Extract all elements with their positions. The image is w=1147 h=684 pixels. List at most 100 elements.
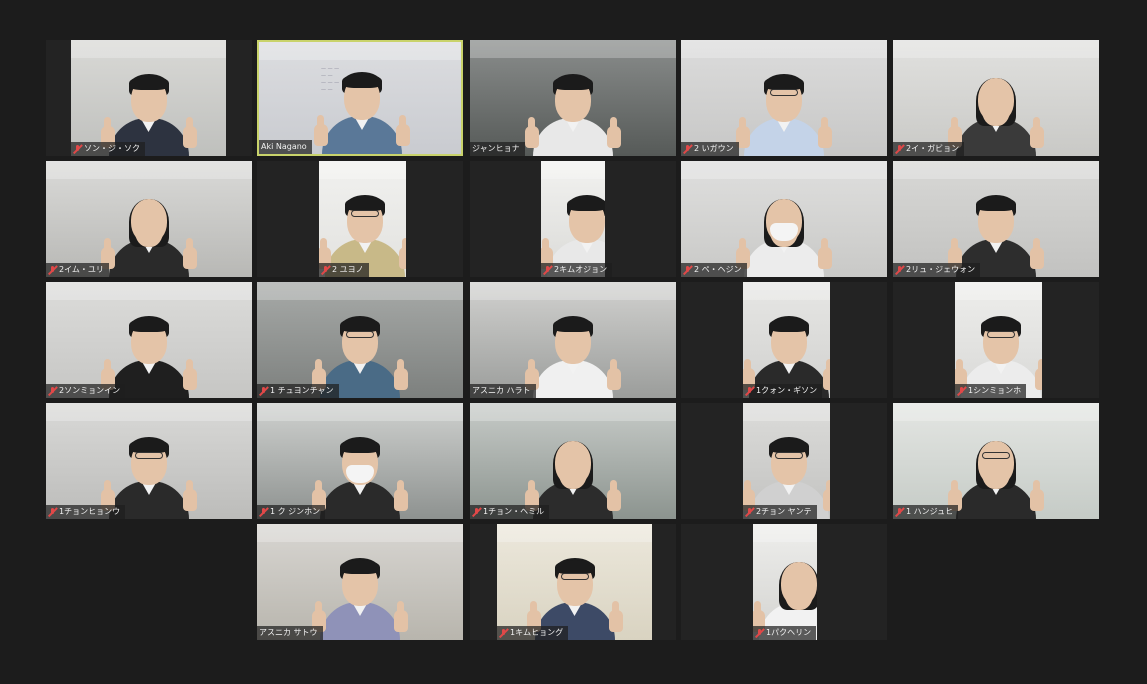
participant-name-tag: 1クォン・ギソン xyxy=(743,384,823,398)
participant-tile[interactable]: 2イム・ユリ xyxy=(46,161,252,277)
participant-tile[interactable]: 1 ク ジンホン xyxy=(257,403,463,519)
mic-muted-icon xyxy=(895,265,904,276)
participant-name: 1チョンヒョンウ xyxy=(59,507,121,516)
participant-name: アスニカ ハラト xyxy=(472,386,531,395)
thumbs-up-icon xyxy=(396,115,410,146)
thumbs-up-icon xyxy=(1030,117,1044,148)
participant-name-tag: 2リュ・ジェウォン xyxy=(893,263,981,277)
participant-tile[interactable]: 2リュ・ジェウォン xyxy=(893,161,1099,277)
thumbs-up-icon xyxy=(183,238,197,269)
participant-video xyxy=(470,282,676,398)
participant-tile[interactable]: 1 ハンジュヒ xyxy=(893,403,1099,519)
participant-figure xyxy=(736,56,832,156)
participant-video xyxy=(257,524,463,640)
participant-name: 1 ハンジュヒ xyxy=(906,507,954,516)
thumbs-up-icon xyxy=(399,238,406,269)
mic-muted-icon xyxy=(48,507,57,518)
participant-tile[interactable]: 2 ペ・ヘジン xyxy=(681,161,887,277)
participant-video xyxy=(681,40,887,156)
participant-video xyxy=(470,40,676,156)
mic-muted-icon xyxy=(259,507,268,518)
participant-name-tag: 1パクヘリン xyxy=(753,626,817,640)
mic-muted-icon xyxy=(683,265,692,276)
participant-name: 2 ユヨノ xyxy=(332,265,364,274)
participant-tile[interactable]: 1チョンヒョンウ xyxy=(46,403,252,519)
thumbs-up-icon xyxy=(823,480,830,511)
participant-video xyxy=(46,403,252,519)
mic-muted-icon xyxy=(48,265,57,276)
participant-figure xyxy=(314,54,410,154)
participant-name: 1シンミョンホ xyxy=(968,386,1022,395)
participant-name: 2 ペ・ヘジン xyxy=(694,265,742,274)
participant-name: アスニカ サトウ xyxy=(259,628,318,637)
participant-name-tag: Aki Nagano xyxy=(259,140,312,154)
participant-name-tag: 1 チュヨンチャン xyxy=(257,384,339,398)
participant-tile[interactable]: 1チョン・ヘミル xyxy=(470,403,676,519)
participant-video xyxy=(257,282,463,398)
participant-figure xyxy=(312,298,408,398)
participant-tile[interactable]: 1シンミョンホ xyxy=(893,282,1099,398)
mic-muted-icon xyxy=(895,144,904,155)
participant-video xyxy=(257,403,463,519)
participant-name-tag: 2 いガウン xyxy=(681,142,739,156)
participant-video xyxy=(743,282,830,398)
thumbs-up-icon xyxy=(607,117,621,148)
participant-name: 2キムオジョン xyxy=(554,265,608,274)
participant-tile[interactable]: ソン・ジ・ソク xyxy=(46,40,252,156)
participant-tile[interactable]: アスニカ サトウ xyxy=(257,524,463,640)
participant-video xyxy=(743,403,830,519)
participant-name: 2ソンミョンイン xyxy=(59,386,121,395)
thumbs-up-icon xyxy=(183,480,197,511)
thumbs-up-icon xyxy=(823,359,830,390)
participant-name-tag: ジャンヒョナ xyxy=(470,142,525,156)
participant-name-tag: 1チョン・ヘミル xyxy=(470,505,550,519)
thumbs-up-icon xyxy=(818,238,832,269)
participant-name-tag: 1 ク ジンホン xyxy=(257,505,326,519)
participant-tile[interactable]: 2キムオジョン xyxy=(470,161,676,277)
participant-name: 1 チュヨンチャン xyxy=(270,386,334,395)
participant-name: Aki Nagano xyxy=(261,142,307,151)
participant-video: — — — — — — — — — — xyxy=(259,42,461,154)
mic-muted-icon xyxy=(745,386,754,397)
participant-name-tag: 2キムオジョン xyxy=(541,263,613,277)
participant-figure xyxy=(736,177,832,277)
participant-tile[interactable]: ジャンヒョナ xyxy=(470,40,676,156)
participant-name-tag: 2イム・ユリ xyxy=(46,263,109,277)
participant-video xyxy=(46,282,252,398)
participant-tile[interactable]: 2チョン ヤンテ xyxy=(681,403,887,519)
participant-name: 2リュ・ジェウォン xyxy=(906,265,976,274)
thumbs-up-icon xyxy=(182,117,197,148)
participant-video xyxy=(955,282,1042,398)
participant-name: 2 いガウン xyxy=(694,144,734,153)
participant-video xyxy=(46,161,252,277)
participant-tile[interactable]: 2イ・ガビョン xyxy=(893,40,1099,156)
participant-video xyxy=(893,403,1099,519)
participant-figure xyxy=(312,540,408,640)
participant-tile[interactable]: 2 いガウン xyxy=(681,40,887,156)
participant-name: 1 ク ジンホン xyxy=(270,507,321,516)
participant-video xyxy=(681,161,887,277)
participant-name-tag: 1キムヒョング xyxy=(497,626,569,640)
participant-name: ジャンヒョナ xyxy=(472,144,520,153)
participant-figure xyxy=(948,177,1044,277)
participant-figure xyxy=(525,298,621,398)
participant-video xyxy=(541,161,605,277)
thumbs-up-icon xyxy=(525,117,539,148)
participant-tile[interactable]: 1キムヒョング xyxy=(470,524,676,640)
participant-figure xyxy=(101,298,197,398)
participant-tile[interactable]: 1パクヘリン xyxy=(681,524,887,640)
participant-tile[interactable]: 2ソンミョンイン xyxy=(46,282,252,398)
participant-tile[interactable]: 1 チュヨンチャン xyxy=(257,282,463,398)
mic-muted-icon xyxy=(745,507,754,518)
participant-figure xyxy=(743,298,830,398)
participant-tile[interactable]: 2 ユヨノ xyxy=(257,161,463,277)
participant-tile[interactable]: — — — — — — — — — — Aki Nagano xyxy=(257,40,463,156)
participant-tile[interactable]: アスニカ ハラト xyxy=(470,282,676,398)
participant-name-tag: 2チョン ヤンテ xyxy=(743,505,817,519)
participant-name: 2チョン ヤンテ xyxy=(756,507,812,516)
participant-tile[interactable]: 1クォン・ギソン xyxy=(681,282,887,398)
mic-muted-icon xyxy=(957,386,966,397)
participant-video xyxy=(470,403,676,519)
participant-name-tag: 1 ハンジュヒ xyxy=(893,505,959,519)
participant-name: 1パクヘリン xyxy=(766,628,812,637)
